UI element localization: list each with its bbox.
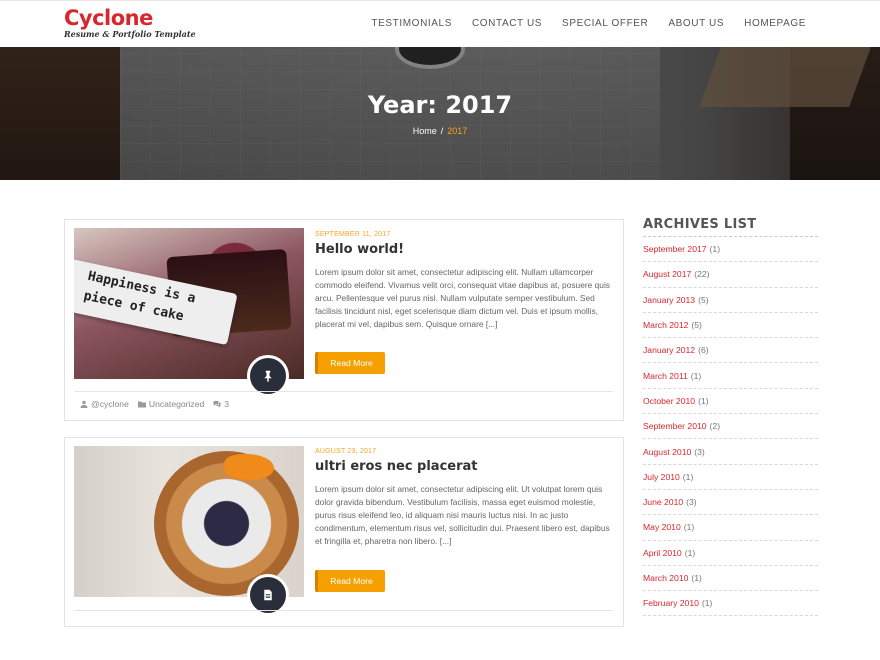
archive-item: March 2012 (5) bbox=[643, 313, 818, 339]
logo-subtitle: Resume & Portfolio Template bbox=[64, 29, 196, 39]
post-author[interactable]: @cyclone bbox=[80, 399, 129, 409]
post-body: SEPTEMBER 11, 2017 Hello world! Lorem ip… bbox=[315, 231, 613, 331]
archive-link[interactable]: August 2010 bbox=[643, 447, 691, 457]
post-divider bbox=[74, 391, 613, 392]
archive-link[interactable]: September 2017 bbox=[643, 244, 707, 254]
archive-count: (1) bbox=[683, 522, 695, 533]
archive-count: (6) bbox=[698, 345, 709, 356]
archive-item: April 2010 (1) bbox=[643, 541, 818, 566]
archive-link[interactable]: May 2010 bbox=[643, 522, 681, 532]
archive-link[interactable]: February 2010 bbox=[643, 598, 699, 608]
post-excerpt: Lorem ipsum dolor sit amet, consectetur … bbox=[315, 484, 610, 546]
archive-item: March 2011 (1) bbox=[643, 363, 818, 389]
archive-count: (1) bbox=[709, 244, 721, 255]
read-more-button[interactable]: Read More bbox=[315, 570, 385, 592]
archive-count: (1) bbox=[684, 547, 696, 558]
nav-contact-us[interactable]: CONTACT US bbox=[472, 18, 542, 29]
post-title[interactable]: Hello world! bbox=[315, 242, 613, 257]
page-hero: Year: 2017 Home/2017 bbox=[0, 47, 880, 180]
post-excerpt: Lorem ipsum dolor sit amet, consectetur … bbox=[315, 267, 610, 329]
nav-about-us[interactable]: ABOUT US bbox=[668, 18, 724, 29]
post-category-name: Uncategorized bbox=[148, 399, 205, 409]
main-nav: TESTIMONIALS CONTACT US SPECIAL OFFER AB… bbox=[351, 18, 806, 29]
nav-testimonials[interactable]: TESTIMONIALS bbox=[371, 18, 452, 29]
post-author-name: @cyclone bbox=[91, 399, 129, 409]
breadcrumb: Home/2017 bbox=[0, 126, 880, 136]
post-divider bbox=[74, 610, 613, 611]
site-header: Cyclone Resume & Portfolio Template TEST… bbox=[0, 0, 880, 47]
archive-count: (1) bbox=[698, 395, 709, 406]
archive-item: March 2010 (1) bbox=[643, 566, 818, 592]
fruit-garnish-image bbox=[224, 454, 274, 480]
archive-link[interactable]: March 2011 bbox=[643, 371, 688, 381]
post-comment-count: 3 bbox=[224, 399, 230, 409]
folder-icon bbox=[137, 401, 146, 408]
nav-special-offer[interactable]: SPECIAL OFFER bbox=[562, 18, 648, 29]
logo-title: Cyclone bbox=[64, 6, 153, 30]
archive-item: August 2010 (3) bbox=[643, 439, 818, 465]
archive-item: June 2010 (3) bbox=[643, 490, 818, 516]
archive-link[interactable]: October 2010 bbox=[643, 396, 695, 406]
post-date[interactable]: SEPTEMBER 11, 2017 bbox=[315, 231, 613, 238]
post-title[interactable]: ultri eros nec placerat bbox=[315, 459, 613, 474]
document-icon bbox=[264, 589, 272, 601]
archive-item: October 2010 (1) bbox=[643, 389, 818, 415]
post-body: AUGUST 23, 2017 ultri eros nec placerat … bbox=[315, 448, 613, 548]
archives-title: ARCHIVES LIST bbox=[643, 217, 818, 237]
archive-link[interactable]: March 2010 bbox=[643, 573, 688, 583]
post-date[interactable]: AUGUST 23, 2017 bbox=[315, 448, 613, 455]
post-meta: @cyclone Uncategorized 3 bbox=[80, 399, 229, 409]
archives-sidebar: ARCHIVES LIST September 2017 (1) August 20… bbox=[643, 217, 818, 617]
breadcrumb-separator: / bbox=[440, 126, 444, 136]
breadcrumb-home[interactable]: Home bbox=[413, 126, 437, 136]
post-comments[interactable]: 3 bbox=[213, 399, 229, 409]
archive-link[interactable]: March 2012 bbox=[643, 320, 688, 330]
archive-item: September 2017 (1) bbox=[643, 237, 818, 263]
pin-icon bbox=[264, 370, 272, 382]
archive-link[interactable]: August 2017 bbox=[643, 269, 691, 279]
read-more-button[interactable]: Read More bbox=[315, 352, 385, 374]
archive-link[interactable]: January 2013 bbox=[643, 295, 695, 305]
post-card: Happiness is a piece of cake SEPTEMBER 1… bbox=[64, 219, 624, 421]
post-card: AUGUST 23, 2017 ultri eros nec placerat … bbox=[64, 437, 624, 627]
post-category[interactable]: Uncategorized bbox=[137, 399, 205, 409]
logo[interactable]: Cyclone Resume & Portfolio Template bbox=[64, 6, 196, 39]
archive-item: January 2013 (5) bbox=[643, 288, 818, 313]
archive-link[interactable]: April 2010 bbox=[643, 548, 682, 558]
archive-count: (1) bbox=[682, 471, 694, 482]
archive-count: (5) bbox=[691, 320, 702, 331]
comments-icon bbox=[213, 401, 221, 408]
page-title: Year: 2017 bbox=[367, 91, 513, 119]
archive-item: May 2010 (1) bbox=[643, 515, 818, 541]
archive-item: January 2012 (6) bbox=[643, 338, 818, 364]
archive-count: (3) bbox=[686, 497, 697, 508]
archive-count: (1) bbox=[690, 370, 702, 381]
archive-item: August 2017 (22) bbox=[643, 262, 818, 288]
archive-count: (1) bbox=[701, 598, 713, 609]
archive-link[interactable]: September 2010 bbox=[643, 421, 707, 431]
archive-count: (1) bbox=[691, 573, 702, 583]
nav-homepage[interactable]: HOMEPAGE bbox=[744, 18, 806, 29]
archive-item: September 2010 (2) bbox=[643, 414, 818, 440]
archive-item: February 2010 (1) bbox=[643, 591, 818, 617]
archive-link[interactable]: January 2012 bbox=[643, 345, 695, 355]
archive-link[interactable]: July 2010 bbox=[643, 472, 680, 482]
archive-count: (22) bbox=[694, 269, 710, 280]
breadcrumb-current: 2017 bbox=[447, 126, 468, 136]
archive-count: (3) bbox=[694, 446, 705, 457]
user-icon bbox=[80, 400, 88, 408]
archives-list: September 2017 (1) August 2017 (22) January … bbox=[643, 237, 818, 617]
archive-count: (2) bbox=[709, 421, 721, 432]
archive-item: July 2010 (1) bbox=[643, 465, 818, 490]
archive-link[interactable]: June 2010 bbox=[643, 497, 683, 507]
archive-count: (5) bbox=[698, 294, 709, 305]
